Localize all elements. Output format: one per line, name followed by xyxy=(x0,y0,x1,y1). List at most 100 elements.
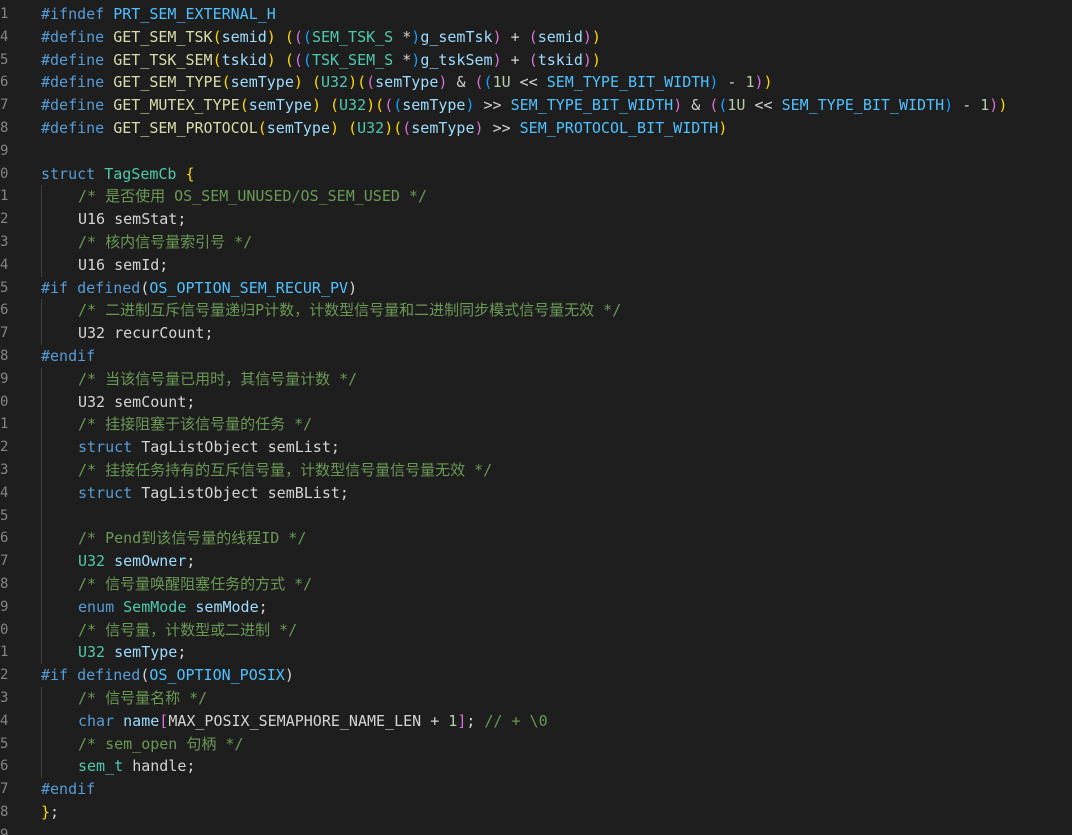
code-token: ( xyxy=(239,96,249,115)
code-token: 1U xyxy=(727,96,755,115)
code-token: ( xyxy=(212,27,222,46)
code-token: * xyxy=(402,27,412,46)
code-token: PRT_SEM_EXTERNAL_H xyxy=(113,5,276,23)
line-number: 3 xyxy=(0,461,9,478)
indent-guide xyxy=(41,732,42,756)
code-line[interactable]: 9 /* 当该信号量已用时，其信号量计数 */ xyxy=(0,367,1072,391)
code-token: #define xyxy=(41,118,114,137)
code-line[interactable]: 7 U32 semOwner; xyxy=(0,550,1072,573)
code-token: ; xyxy=(258,597,268,616)
code-editor[interactable]: 1 #ifndef PRT_SEM_EXTERNAL_H 4 #define GET_… xyxy=(0,0,1072,835)
code-token: /* 信号量唤醒阻塞任务的方式 */ xyxy=(78,574,313,593)
code-line[interactable]: 8}; xyxy=(0,801,1072,824)
code-line[interactable]: 4 char name[MAX_POSIX_SEMAPHORE_NAME_LEN … xyxy=(0,709,1072,733)
code-token: /* sem_open 句柄 */ xyxy=(78,734,244,753)
code-token: /* 二进制互斥信号量递归P计数，计数型信号量和二进制同步模式信号量无效 */ xyxy=(78,301,622,320)
code-line[interactable]: 8 /* 信号量唤醒阻塞任务的方式 */ xyxy=(0,572,1072,596)
code-line[interactable]: 0 U32 semCount; xyxy=(0,390,1072,414)
code-token: struct xyxy=(78,483,142,502)
code-token: ) xyxy=(311,96,330,115)
code-line[interactable]: 2 struct TagListObject semList; xyxy=(0,436,1072,459)
code-line[interactable]: 6 /* Pend到该信号量的线程ID */ xyxy=(0,527,1072,551)
indent-guide xyxy=(41,253,42,277)
code-token: SEM_TSK_S xyxy=(311,27,403,46)
code-line[interactable]: 3 /* 核内信号量索引号 */ xyxy=(0,230,1072,254)
code-token: /* Pend到该信号量的线程ID */ xyxy=(78,529,307,548)
code-token: ( xyxy=(284,50,294,69)
code-line[interactable]: 5 xyxy=(0,504,1072,528)
code-token: - xyxy=(727,73,746,92)
code-token: ( xyxy=(384,96,394,115)
code-token: semStat xyxy=(114,210,178,229)
code-text: /* 信号量唤醒阻塞任务的方式 */ xyxy=(78,573,312,596)
code-token: >> xyxy=(483,96,511,115)
line-number: 7 xyxy=(0,781,9,798)
line-number: 7 xyxy=(0,553,9,570)
code-token: ) xyxy=(944,96,963,115)
code-text: #endif xyxy=(41,345,95,368)
code-line[interactable]: 1 #ifndef PRT_SEM_EXTERNAL_H xyxy=(0,3,1072,26)
code-token: ( xyxy=(257,118,267,137)
code-token: & xyxy=(456,73,475,92)
line-number: 1 xyxy=(0,644,9,661)
code-token: #define xyxy=(41,73,114,92)
code-text: struct TagListObject semBList; xyxy=(78,482,349,505)
code-token: GET_TSK_SEM xyxy=(113,50,213,69)
code-line[interactable]: 0 /* 信号量，计数型或二进制 */ xyxy=(0,618,1072,642)
code-line[interactable]: 1 /* 是否使用 OS_SEM_UNUSED/OS_SEM_USED */ xyxy=(0,185,1072,209)
code-text: #define GET_SEM_TYPE(semType) (U32)((sem… xyxy=(41,71,773,94)
code-line[interactable]: 6 /* 二进制互斥信号量递归P计数，计数型信号量和二进制同步模式信号量无效 */ xyxy=(0,299,1072,323)
code-line[interactable]: 7 #define GET_MUTEX_TYPE(semType) (U32)((… xyxy=(0,94,1072,117)
code-line[interactable]: 4 #define GET_SEM_TSK(semid) (((SEM_TSK_S… xyxy=(0,26,1072,49)
code-line[interactable]: 1 /* 挂接阻塞于该信号量的任务 */ xyxy=(0,413,1072,437)
code-line[interactable]: 0 struct TagSemCb { xyxy=(0,163,1072,186)
code-text: U32 semType; xyxy=(78,641,186,664)
code-line[interactable]: 7 #endif xyxy=(0,778,1072,801)
code-line[interactable]: 8 #define GET_SEM_PROTOCOL(semType) (U32)… xyxy=(0,117,1072,140)
code-line[interactable]: 6 #define GET_SEM_TYPE(semType) (U32)((se… xyxy=(0,71,1072,94)
indent-guide xyxy=(41,572,42,596)
code-line[interactable]: 5 #define GET_TSK_SEM(tskid) (((TSK_SEM_S… xyxy=(0,49,1072,72)
code-line[interactable]: 7 U32 recurCount; xyxy=(0,322,1072,345)
code-line[interactable]: 2 #if defined(OS_OPTION_POSIX) xyxy=(0,664,1072,687)
code-token: ( xyxy=(528,50,538,69)
code-token: SEM_PROTOCOL_BIT_WIDTH xyxy=(519,118,719,137)
code-token: ) xyxy=(673,96,692,115)
code-token: ) xyxy=(284,666,294,685)
code-line[interactable]: 5 #if defined(OS_OPTION_SEM_RECUR_PV) xyxy=(0,277,1072,300)
code-line[interactable]: 3 /* 挂接任务持有的互斥信号量，计数型信号量信号量无效 */ xyxy=(0,458,1072,482)
code-token: MAX_POSIX_SEMAPHORE_NAME_LEN xyxy=(168,711,431,730)
code-line[interactable]: 9 xyxy=(0,824,1072,835)
code-token: U32 xyxy=(78,552,115,571)
code-token: /* 当该信号量已用时，其信号量计数 */ xyxy=(78,369,358,388)
code-line[interactable]: 9 xyxy=(0,140,1072,163)
code-line[interactable]: 5 /* sem_open 句柄 */ xyxy=(0,732,1072,756)
code-line[interactable]: 6 sem_t handle; xyxy=(0,755,1072,779)
line-number: 1 xyxy=(0,6,9,22)
code-line[interactable]: 8 #endif xyxy=(0,345,1072,368)
code-text: U32 recurCount; xyxy=(78,322,213,345)
code-token: ) xyxy=(591,50,601,69)
code-token: #if xyxy=(41,278,78,297)
code-line[interactable]: 3 /* 信号量名称 */ xyxy=(0,686,1072,710)
code-text: struct TagListObject semList; xyxy=(78,436,340,459)
code-line[interactable]: 9 enum SemMode semMode; xyxy=(0,595,1072,619)
code-token: OS_OPTION_SEM_RECUR_PV xyxy=(149,278,349,297)
code-token: ( xyxy=(357,73,367,92)
line-number: 6 xyxy=(0,530,9,547)
code-text: #define GET_SEM_TSK(semid) (((SEM_TSK_S … xyxy=(41,26,601,49)
code-line[interactable]: 4 U16 semId; xyxy=(0,253,1072,277)
code-token: 1U xyxy=(492,73,520,92)
code-line[interactable]: 1 U32 semType; xyxy=(0,641,1072,665)
code-line[interactable]: 2 U16 semStat; xyxy=(0,208,1072,231)
code-text: /* Pend到该信号量的线程ID */ xyxy=(78,527,306,550)
code-token: struct xyxy=(41,164,105,183)
code-token: ] xyxy=(457,711,467,730)
code-line[interactable]: 4 struct TagListObject semBList; xyxy=(0,481,1072,505)
code-token: ( xyxy=(221,73,231,92)
code-token: GET_SEM_PROTOCOL xyxy=(113,118,258,137)
code-text: #endif xyxy=(41,778,95,801)
code-token: ( xyxy=(348,118,358,137)
line-number: 5 xyxy=(0,735,9,752)
code-token: struct xyxy=(78,438,142,457)
